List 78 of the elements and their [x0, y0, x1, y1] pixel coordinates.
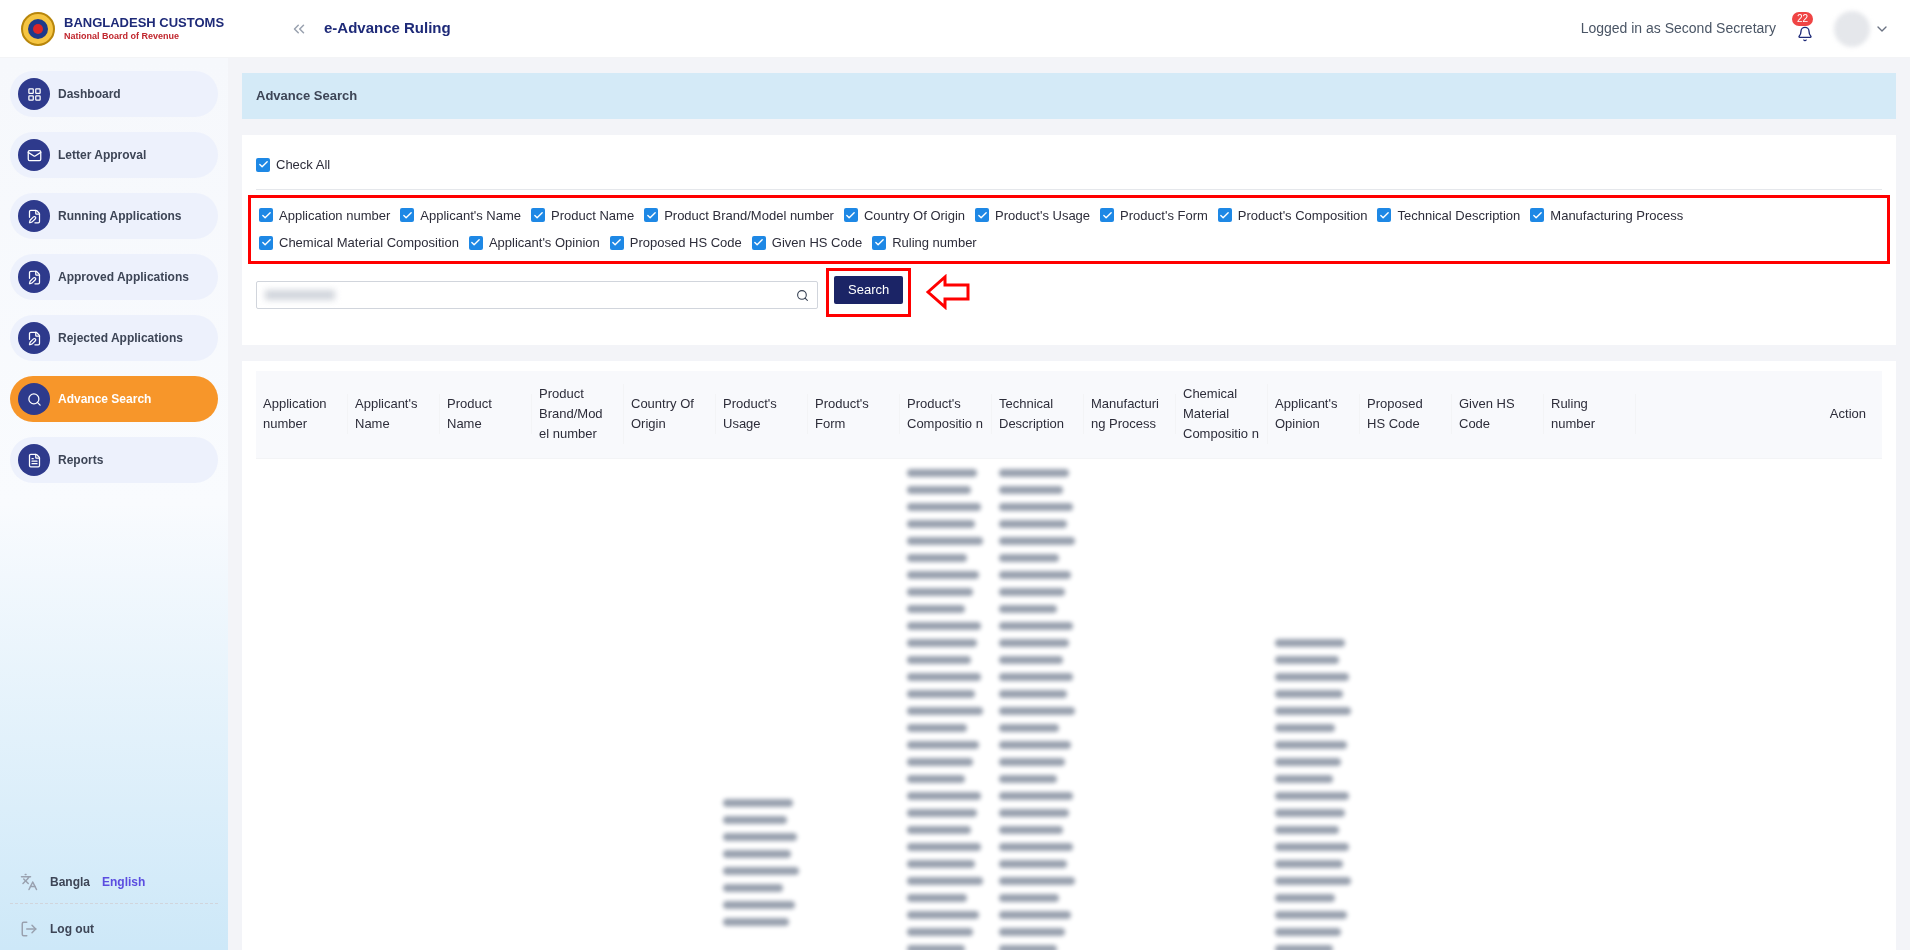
document-icon — [18, 444, 50, 476]
column-header: Product's Compositio n — [900, 394, 992, 434]
field-label: Application number — [279, 206, 391, 225]
checkbox[interactable] — [644, 208, 659, 223]
column-header: Action — [1828, 405, 1867, 424]
checkbox[interactable] — [843, 208, 858, 223]
sidebar-item[interactable]: Reports — [10, 437, 218, 483]
logo-title: BANGLADESH CUSTOMS — [64, 14, 225, 31]
search-button[interactable]: Search — [834, 275, 904, 304]
field-label: Product Name — [551, 206, 635, 225]
grid-icon — [18, 78, 50, 110]
logo-subtitle: National Board of Revenue — [64, 31, 181, 43]
checkbox[interactable] — [259, 208, 273, 223]
column-header: Country Of Origin — [624, 394, 716, 434]
notification-icon[interactable] — [1797, 25, 1813, 42]
field-label: Applicant's Opinion — [488, 234, 600, 252]
document-pen-icon — [18, 322, 50, 354]
field-label: Chemical Material Composition — [279, 234, 459, 252]
arrow-icon — [925, 274, 972, 310]
field-label: Ruling number — [892, 234, 977, 252]
check-all-label: Check All — [276, 156, 331, 174]
checkbox[interactable] — [400, 208, 415, 223]
column-header: Ruling number — [1544, 394, 1636, 434]
field-label: Applicant's Name — [420, 206, 522, 225]
checkbox[interactable] — [531, 208, 546, 223]
field-label: Proposed HS Code — [629, 234, 742, 252]
column-header: Proposed HS Code — [1360, 394, 1452, 434]
search-icon — [18, 383, 50, 415]
column-header: Product Brand/Mod el number — [532, 384, 624, 444]
column-header: Technical Description — [992, 394, 1084, 434]
sidebar-item[interactable]: Dashboard — [10, 71, 218, 117]
checkbox[interactable] — [872, 235, 887, 250]
user-status: Logged in as Second Secretary — [1580, 19, 1776, 38]
sidebar-item[interactable]: Rejected Applications — [10, 315, 218, 361]
sidebar-item[interactable]: Letter Approval — [10, 132, 218, 178]
notification-badge: 22 — [1792, 11, 1814, 26]
column-header: Application number — [256, 394, 348, 434]
column-header: Manufacturi ng Process — [1084, 394, 1176, 434]
column-header: Product's Usage — [716, 394, 808, 434]
emblem-logo-icon — [20, 10, 56, 47]
field-label: Product Brand/Model number — [664, 206, 834, 225]
search-icon — [796, 288, 809, 302]
field-label: Product's Usage — [995, 206, 1091, 225]
sidebar-item[interactable]: Approved Applications — [10, 254, 218, 300]
field-label: Country Of Origin — [863, 206, 966, 225]
field-label: Product's Form — [1120, 206, 1208, 225]
column-header: Applicant's Opinion — [1268, 394, 1360, 434]
checkbox[interactable] — [975, 208, 990, 223]
document-pen-icon — [18, 200, 50, 232]
checkbox[interactable] — [609, 235, 624, 250]
column-header: Applicant's Name — [348, 394, 440, 434]
checkbox[interactable] — [468, 235, 483, 250]
checkbox[interactable] — [1217, 208, 1232, 223]
column-header: Chemical Material Compositio n — [1176, 384, 1268, 444]
language-option[interactable]: English — [102, 873, 146, 891]
mail-icon — [18, 139, 50, 171]
column-header: Product's Form — [808, 394, 900, 434]
checkbox[interactable] — [1100, 208, 1115, 223]
field-label: Technical Description — [1397, 206, 1521, 225]
search-field[interactable] — [256, 281, 818, 309]
column-header: Given HS Code — [1452, 394, 1544, 434]
checkbox[interactable] — [256, 157, 270, 172]
checkbox[interactable] — [1377, 208, 1392, 223]
column-header: Product Name — [440, 394, 532, 434]
language-option[interactable]: Bangla — [50, 873, 90, 891]
field-label: Product's Composition — [1237, 206, 1368, 225]
document-pen-icon — [18, 261, 50, 293]
checkbox[interactable] — [259, 235, 273, 250]
app-title: e-Advance Ruling — [324, 18, 451, 39]
field-label: Given HS Code — [771, 234, 863, 252]
translate-icon — [20, 873, 38, 891]
logout-link[interactable]: Log out — [10, 904, 218, 938]
field-label: Manufacturing Process — [1550, 206, 1684, 225]
sidebar-item[interactable]: Running Applications — [10, 193, 218, 239]
checkbox[interactable] — [751, 235, 766, 250]
checkbox[interactable] — [1530, 208, 1545, 223]
panel-title-bar: Advance Search — [242, 73, 1896, 119]
logout-icon — [20, 920, 38, 938]
